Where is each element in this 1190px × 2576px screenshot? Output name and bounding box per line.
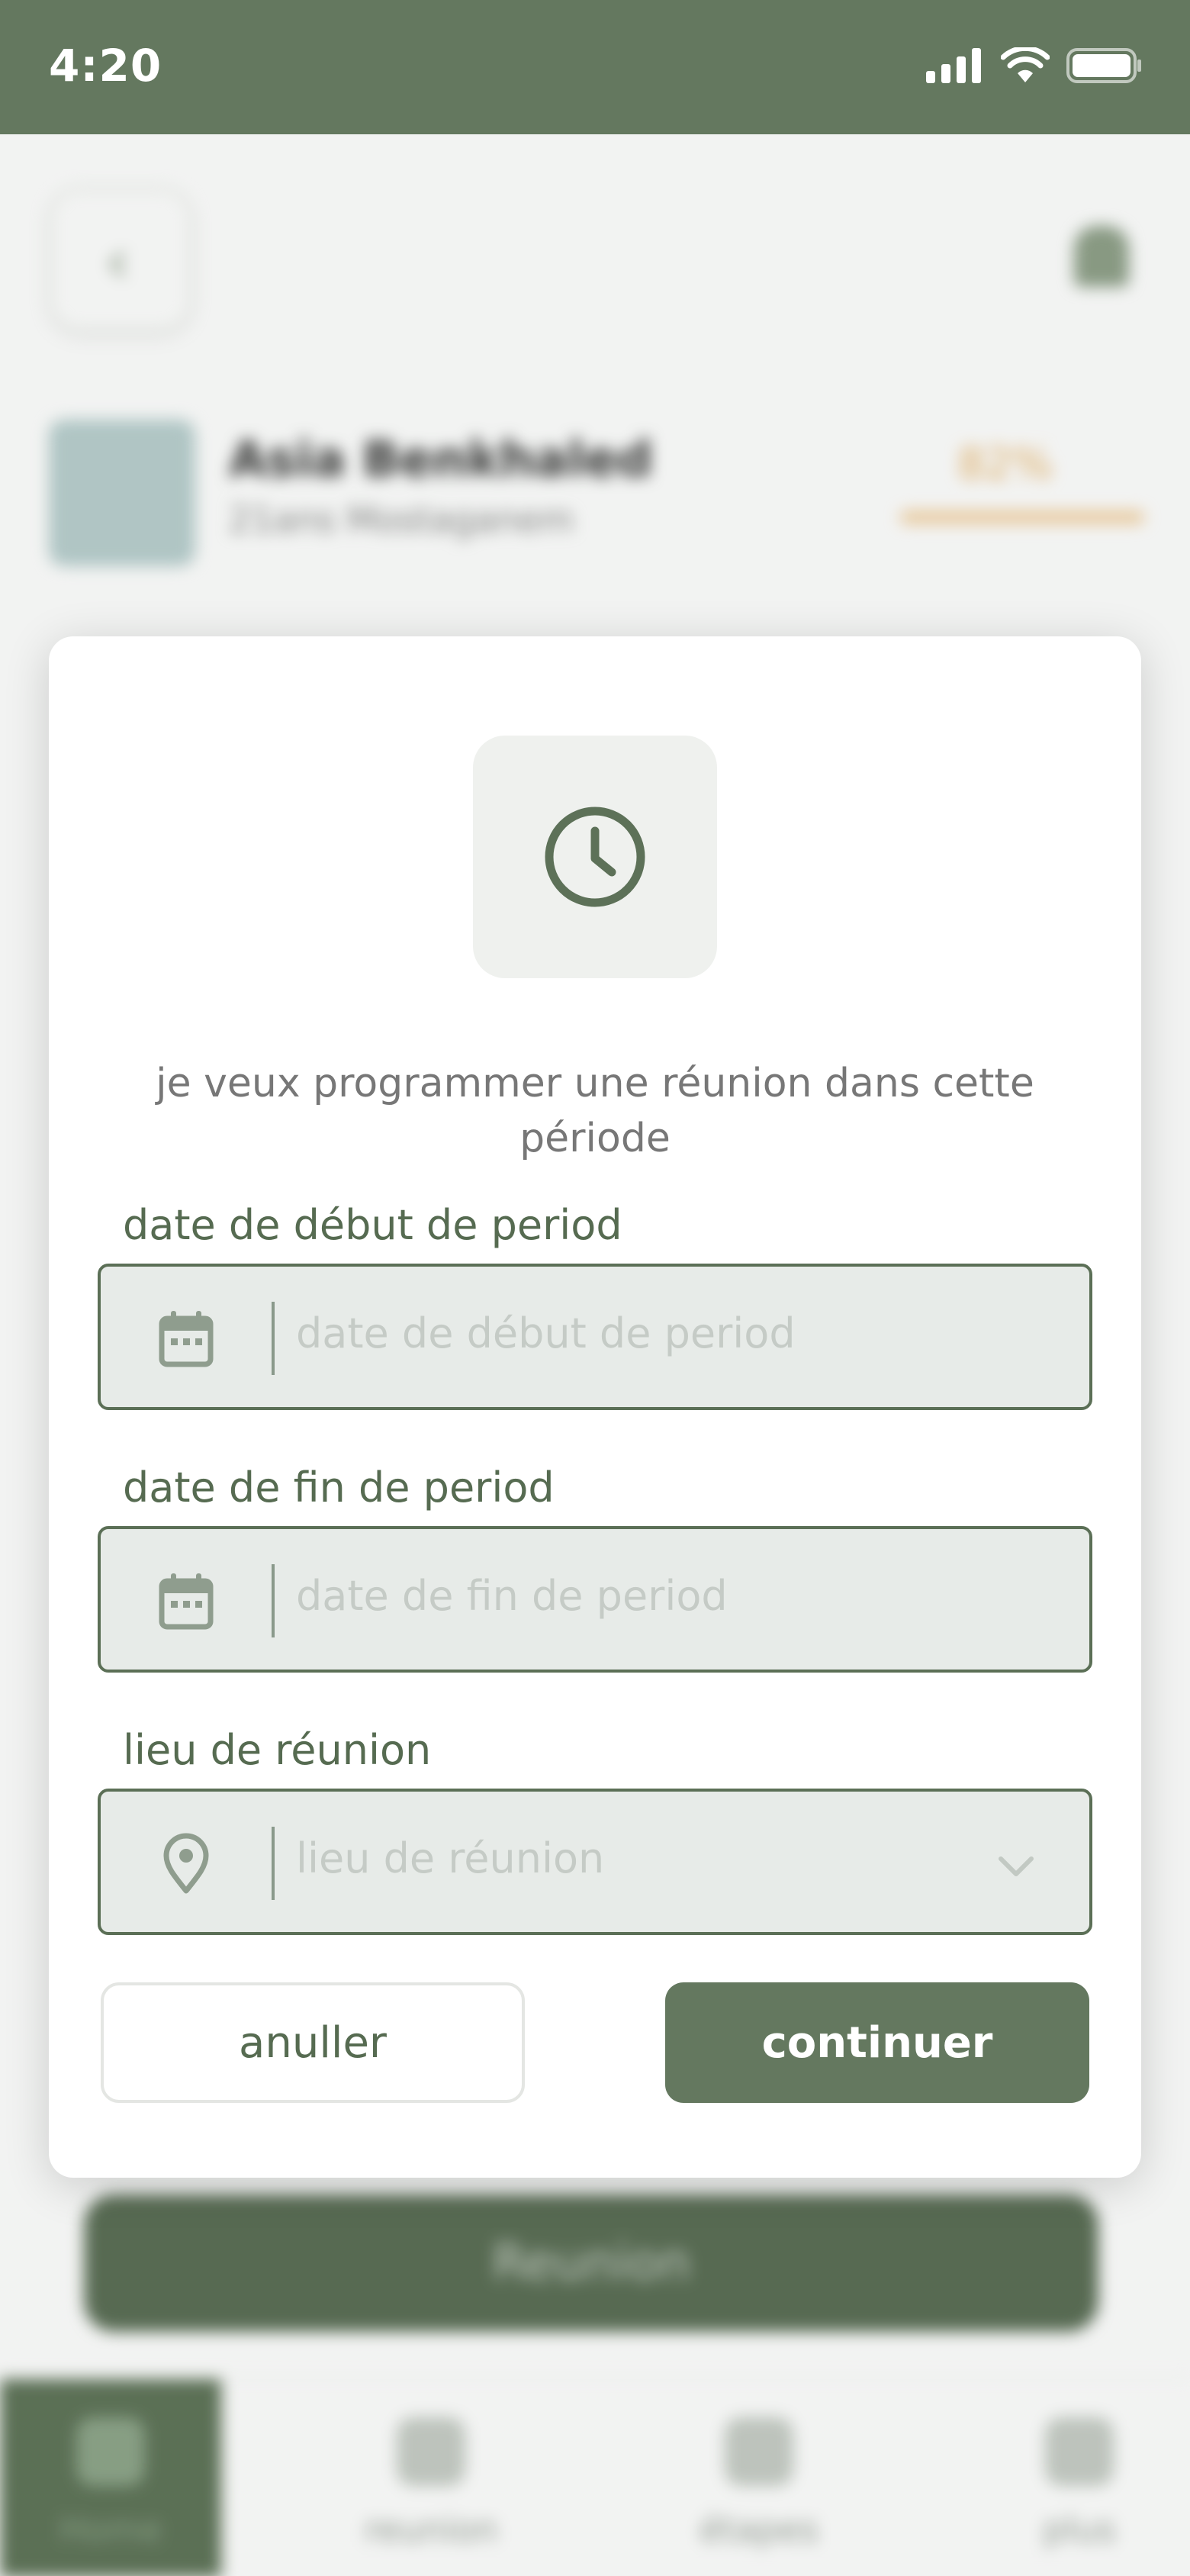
place-placeholder: lieu de réunion bbox=[296, 1834, 605, 1882]
place-label: lieu de réunion bbox=[123, 1726, 432, 1774]
start-date-label: date de début de period bbox=[123, 1201, 622, 1249]
end-date-field[interactable]: date de fin de period bbox=[98, 1526, 1092, 1673]
calendar-icon bbox=[159, 1311, 214, 1367]
battery-icon bbox=[1066, 48, 1141, 83]
signal-icon bbox=[926, 48, 981, 83]
status-bar: 4:20 bbox=[0, 0, 1190, 134]
status-time: 4:20 bbox=[49, 40, 162, 92]
start-date-field[interactable]: date de début de period bbox=[98, 1264, 1092, 1410]
calendar-icon bbox=[159, 1573, 214, 1630]
start-date-placeholder: date de début de period bbox=[296, 1309, 796, 1357]
end-date-placeholder: date de fin de period bbox=[296, 1572, 728, 1620]
schedule-meeting-modal: je veux programmer une réunion dans cett… bbox=[49, 636, 1141, 2178]
place-select[interactable]: lieu de réunion bbox=[98, 1789, 1092, 1935]
end-date-label: date de fin de period bbox=[123, 1463, 555, 1512]
chevron-down-icon[interactable] bbox=[995, 1845, 1037, 1888]
continue-button[interactable]: continuer bbox=[665, 1982, 1089, 2103]
clock-icon-box bbox=[473, 736, 717, 978]
cancel-button[interactable]: anuller bbox=[101, 1982, 525, 2103]
status-icons bbox=[926, 47, 1143, 84]
location-pin-icon bbox=[163, 1833, 209, 1894]
modal-message: je veux programmer une réunion dans cett… bbox=[156, 1061, 1034, 1161]
clock-icon bbox=[545, 807, 645, 907]
field-separator bbox=[272, 1827, 275, 1900]
field-separator bbox=[272, 1302, 275, 1375]
field-separator bbox=[272, 1564, 275, 1637]
wifi-icon bbox=[1001, 47, 1050, 82]
